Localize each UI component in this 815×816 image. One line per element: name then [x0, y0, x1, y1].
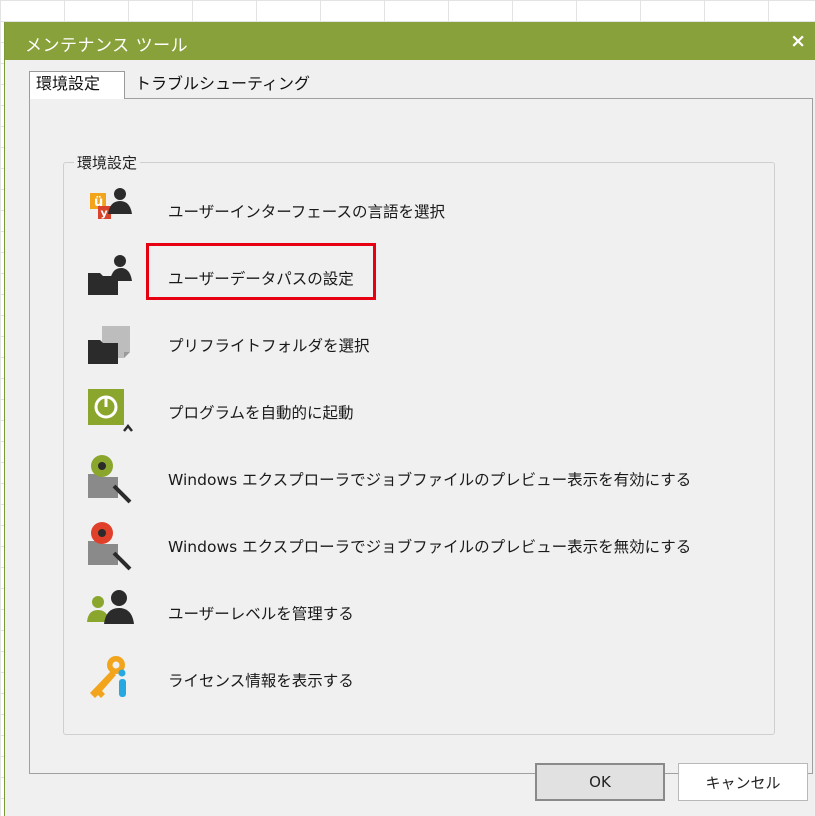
maintenance-tool-window: メンテナンス ツール × 環境設定 トラブルシューティング 環境設定 ü y ユ…: [4, 22, 815, 816]
close-icon[interactable]: ×: [790, 30, 806, 52]
item-label: ユーザーレベルを管理する: [168, 605, 354, 623]
item-preview-disable[interactable]: Windows エクスプローラでジョブファイルのプレビュー表示を無効にする: [84, 519, 724, 573]
preview-disable-icon: [88, 522, 132, 571]
item-user-level[interactable]: ユーザーレベルを管理する: [84, 586, 724, 640]
group-label: 環境設定: [74, 152, 141, 173]
user-level-icon: [87, 590, 134, 624]
window-title: メンテナンス ツール: [25, 36, 189, 56]
tab-panel: 環境設定 ü y ユーザーインターフェースの言語を選択 ユーザーデータパスの設定…: [29, 98, 813, 774]
tab-troubleshooting[interactable]: トラブルシューティング: [129, 72, 316, 98]
auto-start-icon: [88, 389, 133, 432]
item-license-info[interactable]: ライセンス情報を表示する: [84, 653, 724, 707]
item-label: ユーザーデータパスの設定: [168, 270, 354, 288]
item-label: プログラムを自動的に起動: [168, 404, 354, 422]
tab-environment-settings[interactable]: 環境設定: [29, 71, 125, 99]
cancel-button[interactable]: キャンセル: [678, 763, 808, 801]
preflight-folder-icon: [88, 326, 130, 364]
item-label: Windows エクスプローラでジョブファイルのプレビュー表示を有効にする: [168, 471, 692, 489]
settings-group: 環境設定 ü y ユーザーインターフェースの言語を選択 ユーザーデータパスの設定…: [63, 152, 775, 735]
ok-button[interactable]: OK: [535, 763, 665, 801]
language-user-icon: ü y: [90, 188, 132, 220]
item-preflight-folder[interactable]: プリフライトフォルダを選択: [84, 318, 724, 372]
item-label: ユーザーインターフェースの言語を選択: [168, 203, 445, 221]
item-label: プリフライトフォルダを選択: [168, 337, 370, 355]
item-user-data-path[interactable]: ユーザーデータパスの設定: [84, 251, 724, 305]
item-label: Windows エクスプローラでジョブファイルのプレビュー表示を無効にする: [168, 538, 692, 556]
item-ui-language[interactable]: ü y ユーザーインターフェースの言語を選択: [84, 184, 724, 238]
license-key-icon: [90, 656, 126, 698]
svg-text:y: y: [101, 207, 108, 220]
item-label: ライセンス情報を表示する: [168, 672, 354, 690]
item-auto-start[interactable]: プログラムを自動的に起動: [84, 385, 724, 439]
title-bar[interactable]: メンテナンス ツール ×: [5, 22, 815, 60]
user-folder-icon: [88, 255, 132, 295]
preview-enable-icon: [88, 455, 132, 504]
item-preview-enable[interactable]: Windows エクスプローラでジョブファイルのプレビュー表示を有効にする: [84, 452, 724, 506]
